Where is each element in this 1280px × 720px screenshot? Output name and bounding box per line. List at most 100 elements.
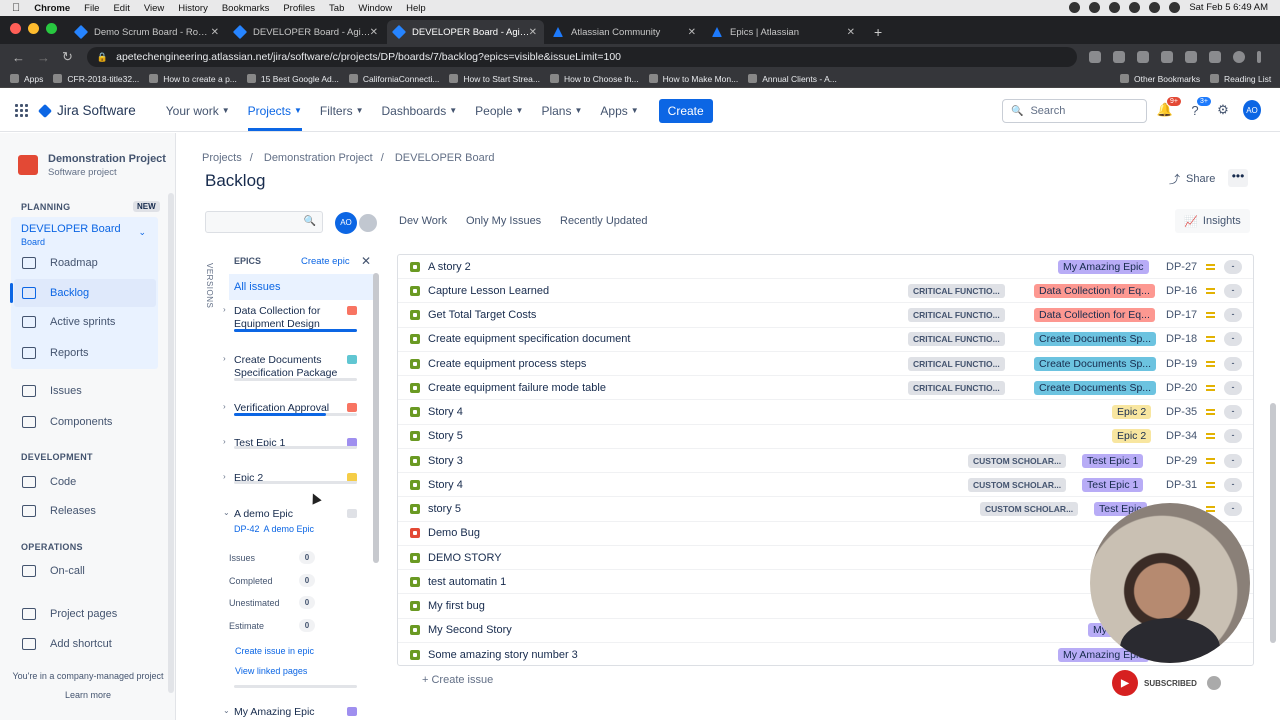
main-scrollbar[interactable]	[1270, 403, 1276, 643]
issue-row[interactable]: Create equipment failure mode table Creat…	[398, 376, 1253, 401]
epic-color-chevron-icon[interactable]	[347, 403, 357, 412]
learn-more-link[interactable]: Learn more	[0, 690, 176, 700]
create-epic-link[interactable]: Create epic	[301, 256, 350, 267]
issue-summary[interactable]: My Second Story	[428, 624, 512, 636]
zoom-icon[interactable]	[1088, 51, 1101, 63]
status-icon[interactable]	[1109, 2, 1120, 13]
chevron-down-icon[interactable]: ⌄	[223, 508, 230, 517]
sidebar-item-active-sprints[interactable]: Active sprints	[22, 316, 115, 328]
sidebar-item-backlog[interactable]: Backlog	[22, 287, 89, 299]
maximize-window-button[interactable]	[46, 23, 57, 34]
chevron-right-icon[interactable]: ›	[223, 402, 226, 411]
sidebar-item-add-shortcut[interactable]: Add shortcut	[22, 638, 112, 650]
issue-row[interactable]: A story 2 My Amazing Epic DP-27 -	[398, 255, 1253, 279]
issue-summary[interactable]: Story 5	[428, 430, 463, 442]
issue-summary[interactable]: Story 3	[428, 455, 463, 467]
settings-gear-icon[interactable]: ⚙	[1214, 101, 1232, 119]
issue-key[interactable]: DP-19	[1166, 358, 1197, 370]
create-button[interactable]: Create	[658, 98, 713, 123]
menu-help[interactable]: Help	[406, 3, 426, 14]
label-lozenge[interactable]: CRITICAL FUNCTIO...	[908, 308, 1005, 322]
close-tab-icon[interactable]: ✕	[529, 27, 537, 38]
issue-summary[interactable]: DEMO STORY	[428, 552, 502, 564]
clock[interactable]: Sat Feb 5 6:49 AM	[1189, 2, 1268, 13]
status-icon[interactable]	[1069, 2, 1080, 13]
bookmark-item[interactable]: How to Choose th...	[549, 74, 639, 84]
epic-lozenge[interactable]: Test Epic 1	[1082, 477, 1144, 492]
sidebar-item-code[interactable]: Code	[22, 476, 76, 488]
label-lozenge[interactable]: CRITICAL FUNCTIO...	[908, 332, 1005, 347]
epic-lozenge[interactable]: Epic 2	[1112, 429, 1152, 444]
epic-lozenge[interactable]: Epic 2	[1112, 405, 1152, 419]
status-icon[interactable]	[1169, 2, 1180, 13]
chevron-right-icon[interactable]: ›	[223, 472, 226, 481]
epics-scrollbar[interactable]	[373, 273, 379, 563]
sidebar-item-issues[interactable]: Issues	[22, 385, 82, 397]
nav-projects[interactable]: Projects ▼	[247, 104, 303, 131]
epic-filter-all-issues[interactable]: All issues	[229, 274, 374, 300]
issue-key[interactable]: DP-20	[1166, 382, 1197, 394]
issue-summary[interactable]: Capture Lesson Learned	[428, 285, 549, 297]
insights-button[interactable]: 📈 Insights	[1175, 209, 1250, 233]
bookmark-star-icon[interactable]	[1136, 51, 1149, 63]
epic-lozenge[interactable]: Data Collection for Eq...	[1034, 283, 1155, 298]
chevron-down-icon[interactable]: ⌄	[223, 706, 230, 715]
menu-bookmarks[interactable]: Bookmarks	[222, 3, 270, 14]
menu-view[interactable]: View	[144, 3, 164, 14]
new-tab-button[interactable]: +	[874, 24, 882, 40]
share-icon[interactable]	[1112, 51, 1125, 63]
quick-filter-recently-updated[interactable]: Recently Updated	[560, 215, 647, 227]
sidebar-item-components[interactable]: Components	[22, 416, 112, 428]
profile-icon[interactable]	[1232, 51, 1245, 63]
sidebar-scrollbar[interactable]	[168, 193, 174, 693]
share-button[interactable]: ⤴ Share	[1169, 171, 1215, 187]
close-tab-icon[interactable]: ✕	[211, 27, 219, 38]
label-lozenge[interactable]: CUSTOM SCHOLAR...	[980, 502, 1079, 516]
menu-profiles[interactable]: Profiles	[283, 3, 315, 14]
issue-summary[interactable]: My first bug	[428, 600, 485, 612]
reading-list[interactable]: Reading List	[1210, 74, 1271, 84]
issue-summary[interactable]: Create equipment process steps	[428, 358, 586, 370]
menu-history[interactable]: History	[178, 3, 208, 14]
bookmark-item[interactable]: How to Make Mon...	[648, 74, 738, 84]
backlog-search-input[interactable]: 🔍	[205, 211, 323, 233]
epic-lozenge[interactable]: Create Documents Sp...	[1034, 356, 1157, 371]
menu-tab[interactable]: Tab	[329, 3, 344, 14]
issue-summary[interactable]: Get Total Target Costs	[428, 309, 536, 321]
bookmark-item[interactable]: CaliforniaConnecti...	[348, 74, 439, 84]
issue-key[interactable]: DP-16	[1166, 285, 1197, 297]
kebab-menu-icon[interactable]	[1256, 51, 1261, 63]
puzzle-icon[interactable]	[1208, 51, 1221, 63]
notifications-icon[interactable]: 🔔 9+	[1156, 97, 1181, 119]
profile-avatar-button[interactable]: AO	[1243, 100, 1261, 120]
close-tab-icon[interactable]: ✕	[847, 27, 855, 38]
create-issue-button[interactable]: + Create issue	[422, 674, 493, 686]
sidebar-item-releases[interactable]: Releases	[22, 505, 96, 517]
issue-row[interactable]: Get Total Target Costs Data Collection fo…	[398, 304, 1253, 328]
browser-tab[interactable]: Demo Scrum Board - Roadmap✕	[69, 20, 226, 44]
epic-lozenge[interactable]: Test Epic 1	[1082, 453, 1144, 468]
back-icon[interactable]: ←	[12, 50, 25, 65]
quick-filter-dev-work[interactable]: Dev Work	[399, 215, 447, 227]
issue-summary[interactable]: Some amazing story number 3	[428, 649, 578, 661]
epic-lozenge[interactable]: Create Documents Sp...	[1034, 332, 1157, 347]
nav-plans[interactable]: Plans ▼	[541, 104, 582, 118]
issue-summary[interactable]: test automatin 1	[428, 576, 506, 588]
forward-icon[interactable]: →	[37, 50, 50, 65]
reload-icon[interactable]: ↻	[62, 49, 73, 65]
epic-color-chevron-icon[interactable]	[347, 306, 357, 315]
issue-row[interactable]: Capture Lesson Learned Data Collection fo…	[398, 279, 1253, 304]
estimate-badge[interactable]: -	[1224, 429, 1242, 444]
browser-tab-active[interactable]: DEVELOPER Board - Agile Board✕	[387, 20, 544, 44]
issue-summary[interactable]: Story 4	[428, 479, 463, 491]
avatar-filter-ao[interactable]: AO	[335, 212, 357, 234]
help-icon[interactable]: ? 3+	[1186, 97, 1211, 119]
extension-icon[interactable]	[1184, 51, 1197, 63]
sidebar-item-project-pages[interactable]: Project pages	[22, 608, 117, 620]
issue-key[interactable]: DP-35	[1166, 406, 1197, 418]
epic-lozenge[interactable]: Data Collection for Eq...	[1034, 308, 1155, 322]
view-linked-pages-link[interactable]: View linked pages	[235, 666, 307, 676]
bookmark-item[interactable]: How to create a p...	[149, 74, 237, 84]
estimate-badge[interactable]: -	[1224, 405, 1242, 419]
chevron-right-icon[interactable]: ›	[223, 437, 226, 446]
